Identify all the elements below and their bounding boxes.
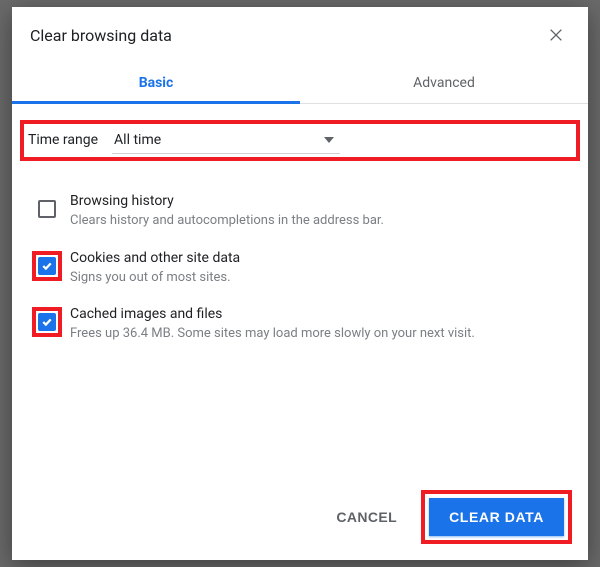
dialog-body: Time range All time Browsing history C (12, 104, 588, 476)
option-cookies: Cookies and other site data Signs you ou… (12, 240, 588, 297)
checkmark-icon (41, 316, 53, 328)
option-cache: Cached images and files Frees up 36.4 MB… (12, 296, 588, 353)
close-icon (548, 27, 564, 43)
time-range-value: All time (114, 132, 161, 148)
dialog-footer: CANCEL CLEAR DATA (12, 476, 588, 560)
tab-basic[interactable]: Basic (12, 61, 300, 103)
close-button[interactable] (542, 21, 570, 49)
option-desc: Signs you out of most sites. (70, 269, 570, 287)
option-browsing-history: Browsing history Clears history and auto… (12, 183, 588, 240)
time-range-label: Time range (28, 132, 98, 148)
checkbox-browsing-history[interactable] (38, 200, 56, 218)
chevron-down-icon (324, 135, 334, 145)
dialog-title: Clear browsing data (30, 26, 172, 45)
clear-data-button[interactable]: CLEAR DATA (429, 498, 564, 536)
time-range-row: Time range All time (20, 120, 580, 161)
dialog-header: Clear browsing data (12, 7, 588, 55)
clear-data-highlight: CLEAR DATA (421, 490, 572, 544)
tab-advanced[interactable]: Advanced (300, 61, 588, 103)
modal-backdrop: Clear browsing data Basic Advanced Time … (0, 0, 600, 567)
option-desc: Clears history and autocompletions in th… (70, 212, 570, 230)
option-title: Cached images and files (70, 306, 570, 322)
options-list: Browsing history Clears history and auto… (12, 183, 588, 353)
tabs: Basic Advanced (12, 61, 588, 104)
clear-browsing-data-dialog: Clear browsing data Basic Advanced Time … (12, 7, 588, 560)
time-range-select[interactable]: All time (112, 127, 340, 154)
option-title: Browsing history (70, 193, 570, 209)
option-title: Cookies and other site data (70, 250, 570, 266)
checkmark-icon (41, 260, 53, 272)
checkbox-cookies[interactable] (38, 257, 56, 275)
option-desc: Frees up 36.4 MB. Some sites may load mo… (70, 325, 570, 343)
checkbox-cache[interactable] (38, 313, 56, 331)
cancel-button[interactable]: CANCEL (322, 499, 411, 535)
